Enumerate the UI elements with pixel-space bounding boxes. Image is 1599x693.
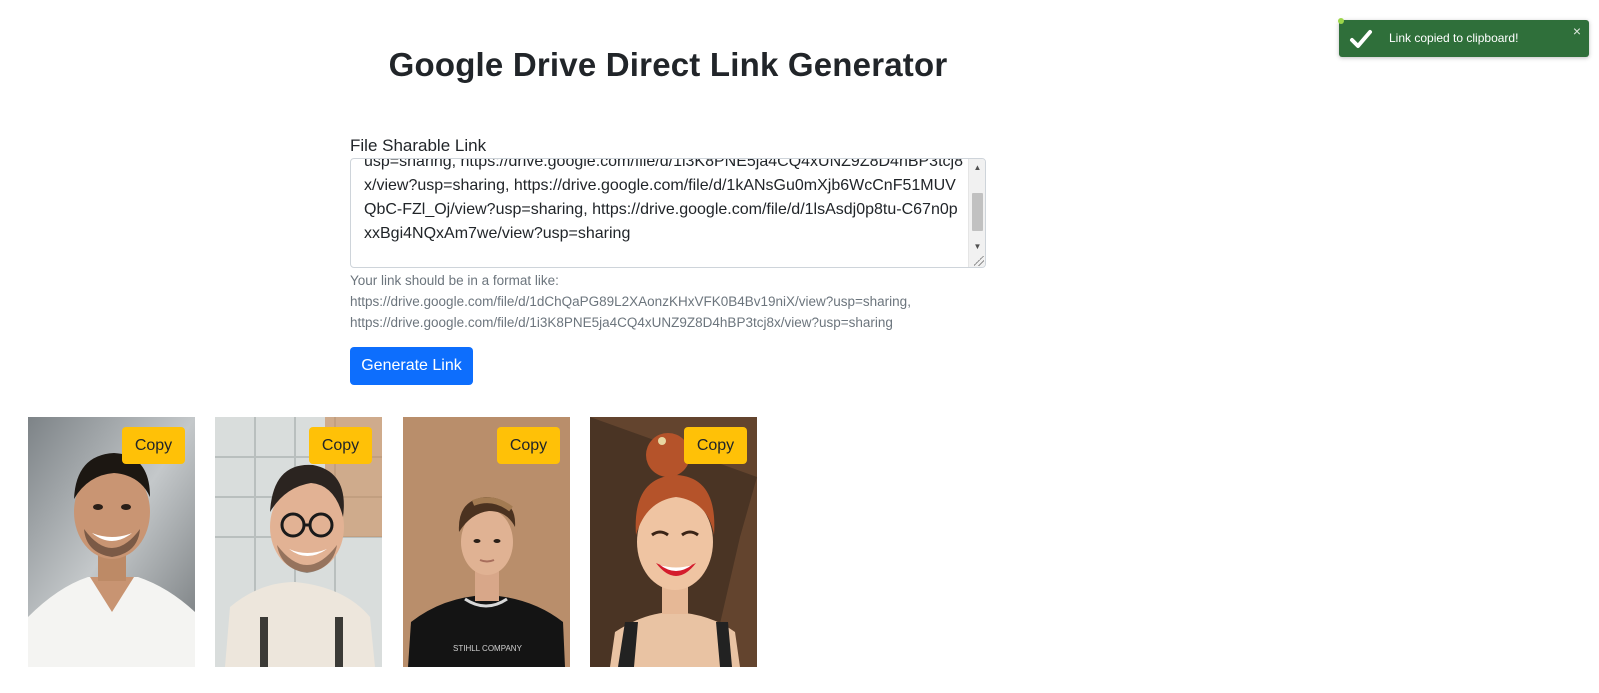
resize-grip-icon[interactable] <box>974 256 984 266</box>
toast-message: Link copied to clipboard! <box>1389 31 1519 45</box>
page: Google Drive Direct Link Generator File … <box>0 0 1599 693</box>
scroll-down-arrow-icon[interactable]: ▼ <box>969 239 985 255</box>
result-card: Copy <box>590 417 757 667</box>
textarea-content[interactable]: usp=sharing, https://drive.google.com/fi… <box>364 159 963 246</box>
copy-button[interactable]: Copy <box>309 427 372 464</box>
copied-toast: Link copied to clipboard! × <box>1338 18 1589 57</box>
help-line: https://drive.google.com/file/d/1dChQaPG… <box>350 294 911 309</box>
generate-link-button[interactable]: Generate Link <box>350 347 473 385</box>
scroll-thumb[interactable] <box>972 193 983 231</box>
result-card: Copy <box>28 417 195 667</box>
format-help-text: Your link should be in a format like: ht… <box>350 270 990 333</box>
help-line: https://drive.google.com/file/d/1i3K8PNE… <box>350 315 893 330</box>
help-line: Your link should be in a format like: <box>350 273 559 288</box>
svg-text:STIHLL COMPANY: STIHLL COMPANY <box>453 644 523 653</box>
copy-button[interactable]: Copy <box>684 427 747 464</box>
page-title: Google Drive Direct Link Generator <box>388 46 948 83</box>
copy-button[interactable]: Copy <box>497 427 560 464</box>
close-icon[interactable]: × <box>1573 23 1581 39</box>
file-link-label: File Sharable Link <box>350 136 487 155</box>
copy-button[interactable]: Copy <box>122 427 185 464</box>
result-card: Copy <box>215 417 382 667</box>
toast-progress-dot <box>1338 18 1344 24</box>
result-card: STIHLL COMPANY Copy <box>403 417 570 667</box>
textarea-scrollbar[interactable]: ▲ ▼ <box>968 159 985 267</box>
file-link-textarea[interactable]: usp=sharing, https://drive.google.com/fi… <box>350 158 986 268</box>
scroll-up-arrow-icon[interactable]: ▲ <box>969 160 985 176</box>
check-icon <box>1350 30 1372 48</box>
